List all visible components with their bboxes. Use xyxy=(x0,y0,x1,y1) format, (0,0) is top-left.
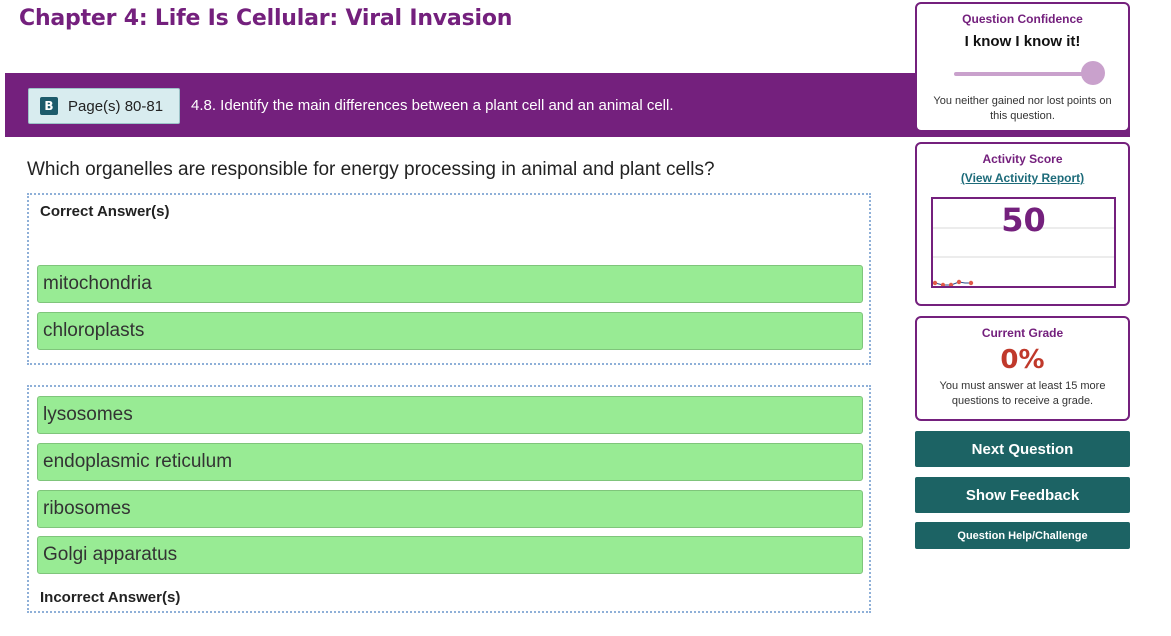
activity-score-value: 50 xyxy=(1001,201,1046,239)
answer-option[interactable]: chloroplasts xyxy=(37,312,863,350)
question-help-button[interactable]: Question Help/Challenge xyxy=(915,522,1130,549)
confidence-slider[interactable] xyxy=(954,61,1105,85)
next-question-button[interactable]: Next Question xyxy=(915,431,1130,467)
answer-option[interactable]: Golgi apparatus xyxy=(37,536,863,574)
learning-objective: 4.8. Identify the main differences betwe… xyxy=(191,97,674,114)
correct-answers-label: Correct Answer(s) xyxy=(40,203,170,220)
incorrect-answers-label: Incorrect Answer(s) xyxy=(40,589,181,606)
current-grade-note: You must answer at least 15 more questio… xyxy=(939,380,1106,407)
question-text: Which organelles are responsible for ene… xyxy=(27,159,715,180)
confidence-note: You neither gained nor lost points on th… xyxy=(933,95,1112,122)
current-grade-title: Current Grade xyxy=(981,326,1064,340)
confidence-level: I know I know it! xyxy=(964,33,1081,50)
incorrect-answers-box: lysosomes endoplasmic reticulum ribosome… xyxy=(27,385,871,613)
question-confidence-panel: Question Confidence I know I know it! Yo… xyxy=(915,2,1130,132)
correct-answers-box: Correct Answer(s) mitochondria chloropla… xyxy=(27,193,871,365)
activity-score-title: Activity Score xyxy=(982,152,1063,166)
answer-option[interactable]: endoplasmic reticulum xyxy=(37,443,863,481)
page-reference-button[interactable]: B Page(s) 80-81 xyxy=(28,88,180,124)
book-icon: B xyxy=(40,97,58,115)
page-reference-label: Page(s) 80-81 xyxy=(68,97,164,115)
show-feedback-button[interactable]: Show Feedback xyxy=(915,477,1130,513)
answer-option[interactable]: lysosomes xyxy=(37,396,863,434)
answer-option[interactable]: ribosomes xyxy=(37,490,863,528)
current-grade-panel: Current Grade 0% You must answer at leas… xyxy=(915,316,1130,421)
current-grade-value: 0% xyxy=(1000,345,1045,375)
activity-score-panel: Activity Score (View Activity Report) 50 xyxy=(915,142,1130,306)
view-activity-report-link[interactable]: (View Activity Report) xyxy=(961,171,1084,185)
confidence-title: Question Confidence xyxy=(962,12,1083,26)
answer-option[interactable]: mitochondria xyxy=(37,265,863,303)
confidence-slider-thumb[interactable] xyxy=(1081,61,1105,85)
activity-score-chart: 50 xyxy=(931,197,1116,288)
chapter-title: Chapter 4: Life Is Cellular: Viral Invas… xyxy=(19,6,513,31)
